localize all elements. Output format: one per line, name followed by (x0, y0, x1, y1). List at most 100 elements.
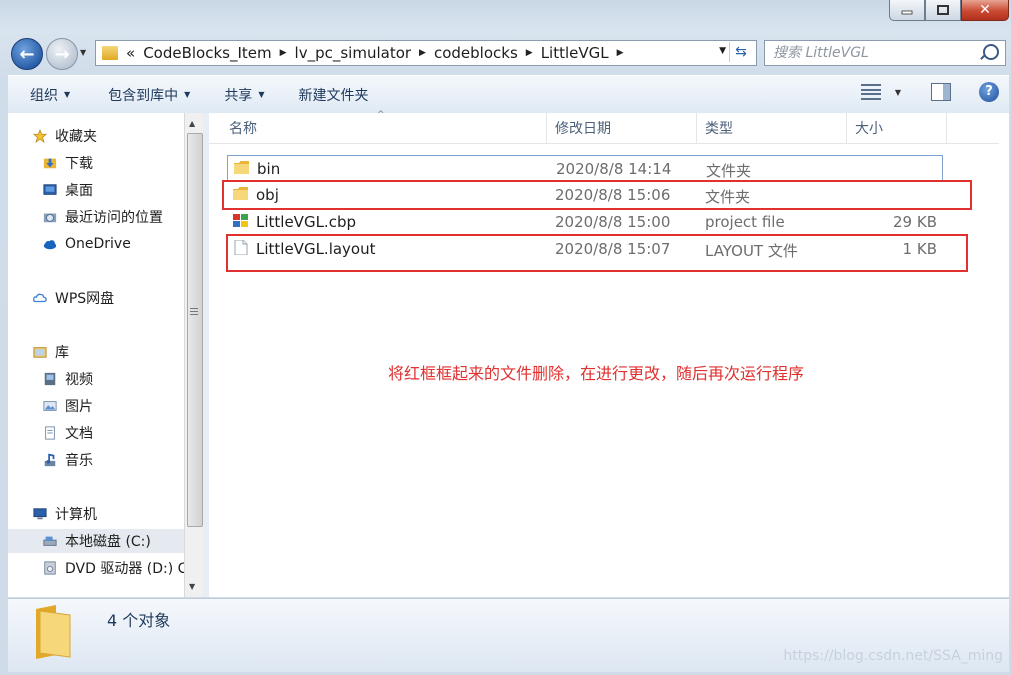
chevron-down-icon: ▼ (184, 90, 191, 99)
search-input[interactable] (765, 41, 975, 65)
sidebar-item-music[interactable]: 音乐 (8, 448, 184, 472)
star-icon (32, 129, 48, 143)
explorer-window: ✕ ← → ▼ « CodeBlocks_Item ▶ lv_pc_simula… (0, 0, 1011, 675)
dvd-drive-icon (44, 561, 56, 575)
video-library-icon (44, 372, 56, 386)
breadcrumb-segment[interactable]: CodeBlocks_Item (143, 44, 271, 62)
sidebar-item-label: OneDrive (65, 236, 131, 252)
close-button[interactable]: ✕ (961, 0, 1009, 21)
sidebar-item-libraries[interactable]: 库 (8, 340, 184, 364)
watermark: https://blog.csdn.net/SSA_ming (783, 648, 1003, 664)
wps-cloud-icon (33, 293, 47, 303)
column-header-date[interactable]: 修改日期 (547, 113, 697, 143)
sidebar-item-wps[interactable]: WPS网盘 (8, 286, 184, 310)
search-box (764, 40, 1006, 66)
file-name: LittleVGL.cbp (256, 213, 356, 231)
view-controls: ▼ ? (860, 82, 999, 102)
include-in-library-button[interactable]: 包含到库中 ▼ (108, 85, 190, 105)
folder-icon (234, 161, 249, 174)
breadcrumb-segment[interactable]: lv_pc_simulator (295, 44, 412, 62)
sidebar-item-label: DVD 驱动器 (D:) C (65, 561, 184, 577)
scrollbar-thumb[interactable] (187, 133, 203, 527)
forward-button[interactable]: → (46, 38, 78, 70)
sidebar-item-label: 计算机 (55, 507, 97, 523)
computer-icon (33, 508, 47, 520)
sidebar-item-label: 图片 (65, 399, 93, 415)
sidebar-item-local-disk-c[interactable]: 本地磁盘 (C:) (8, 529, 184, 553)
file-row-bin[interactable]: bin 2020/8/8 14:14 文件夹 (227, 155, 943, 181)
address-overflow[interactable]: « (126, 44, 135, 62)
pictures-library-icon (43, 401, 57, 411)
maximize-button[interactable] (925, 0, 961, 21)
sidebar-item-label: 本地磁盘 (C:) (65, 534, 151, 550)
maximize-icon (937, 5, 949, 15)
column-headers: ^ 名称 修改日期 类型 大小 (209, 110, 999, 144)
codeblocks-project-icon (233, 214, 248, 227)
sidebar-item-label: WPS网盘 (55, 291, 115, 307)
caption-buttons: ✕ (889, 0, 1009, 21)
organize-label: 组织 (30, 87, 58, 104)
close-icon: ✕ (979, 2, 991, 18)
sidebar-item-favorites[interactable]: 收藏夹 (8, 124, 184, 148)
column-header-type[interactable]: 类型 (697, 113, 847, 143)
sidebar-item-label: 下载 (65, 156, 93, 172)
command-bar: 组织 ▼ 包含到库中 ▼ 共享 ▼ 新建文件夹 ▼ ? (8, 75, 1009, 114)
file-date: 2020/8/8 15:00 (555, 213, 671, 231)
download-folder-icon (43, 158, 57, 169)
sidebar-item-computer[interactable]: 计算机 (8, 502, 184, 526)
share-label: 共享 (224, 87, 253, 104)
breadcrumb-segment[interactable]: LittleVGL (541, 44, 609, 62)
minimize-button[interactable] (889, 0, 925, 21)
item-count: 4 个对象 (107, 611, 171, 630)
chevron-down-icon: ▼ (64, 90, 71, 99)
breadcrumb-segment[interactable]: codeblocks (434, 44, 518, 62)
annotation-text: 将红框框起来的文件删除，在进行更改，随后再次运行程序 (388, 364, 805, 383)
sidebar-item-label: 收藏夹 (55, 129, 97, 145)
breadcrumb-arrow-icon[interactable]: ▶ (526, 48, 533, 58)
back-button[interactable]: ← (11, 38, 43, 70)
new-folder-button[interactable]: 新建文件夹 (298, 85, 368, 105)
sidebar-item-documents[interactable]: 文档 (8, 421, 184, 445)
view-menu-chevron-icon[interactable]: ▼ (895, 88, 901, 97)
share-button[interactable]: 共享 ▼ (224, 85, 264, 105)
sidebar-item-dvd-drive-d[interactable]: DVD 驱动器 (D:) C (8, 556, 184, 580)
recent-pages-dropdown[interactable]: ▼ (80, 48, 86, 57)
change-view-icon[interactable] (860, 84, 881, 100)
sidebar-item-videos[interactable]: 视频 (8, 367, 184, 391)
sidebar-item-label: 最近访问的位置 (65, 210, 163, 226)
address-dropdown-icon[interactable]: ▼ (719, 46, 726, 56)
column-header-name[interactable]: 名称 (221, 113, 547, 143)
breadcrumb-arrow-icon[interactable]: ▶ (617, 48, 624, 58)
sidebar-item-desktop[interactable]: 桌面 (8, 178, 184, 202)
scroll-up-icon[interactable]: ▲ (189, 119, 195, 128)
file-date: 2020/8/8 14:14 (556, 160, 672, 178)
navigation-scrollbar[interactable]: ▲ ▼ (184, 113, 204, 597)
organize-button[interactable]: 组织 ▼ (30, 85, 70, 105)
column-header-size[interactable]: 大小 (847, 113, 947, 143)
sidebar-item-label: 音乐 (65, 453, 93, 469)
file-row-cbp[interactable]: LittleVGL.cbp 2020/8/8 15:00 project fil… (227, 209, 943, 235)
refresh-button[interactable]: ⇆ (729, 42, 752, 62)
chevron-down-icon: ▼ (258, 90, 265, 99)
sidebar-item-onedrive[interactable]: OneDrive (8, 232, 184, 256)
minimize-icon (901, 10, 913, 15)
hard-drive-icon (43, 536, 57, 546)
sidebar-item-downloads[interactable]: 下载 (8, 151, 184, 175)
scrollbar-grip-icon (190, 308, 198, 317)
red-highlight-box (222, 180, 972, 210)
file-type: project file (705, 213, 785, 231)
sidebar-item-recent-places[interactable]: 最近访问的位置 (8, 205, 184, 229)
sidebar-item-pictures[interactable]: 图片 (8, 394, 184, 418)
scroll-down-icon[interactable]: ▼ (189, 582, 195, 591)
preview-pane-icon[interactable] (931, 83, 951, 101)
search-icon[interactable] (983, 44, 999, 60)
address-bar[interactable]: « CodeBlocks_Item ▶ lv_pc_simulator ▶ co… (95, 40, 757, 66)
breadcrumb-arrow-icon[interactable]: ▶ (419, 48, 426, 58)
back-arrow-icon: ← (19, 43, 35, 65)
breadcrumb-arrow-icon[interactable]: ▶ (280, 48, 287, 58)
file-name: bin (257, 160, 281, 178)
new-folder-label: 新建文件夹 (298, 87, 369, 104)
sidebar-item-label: 视频 (65, 372, 93, 388)
sidebar-item-label: 文档 (65, 426, 93, 442)
help-button[interactable]: ? (979, 82, 999, 102)
